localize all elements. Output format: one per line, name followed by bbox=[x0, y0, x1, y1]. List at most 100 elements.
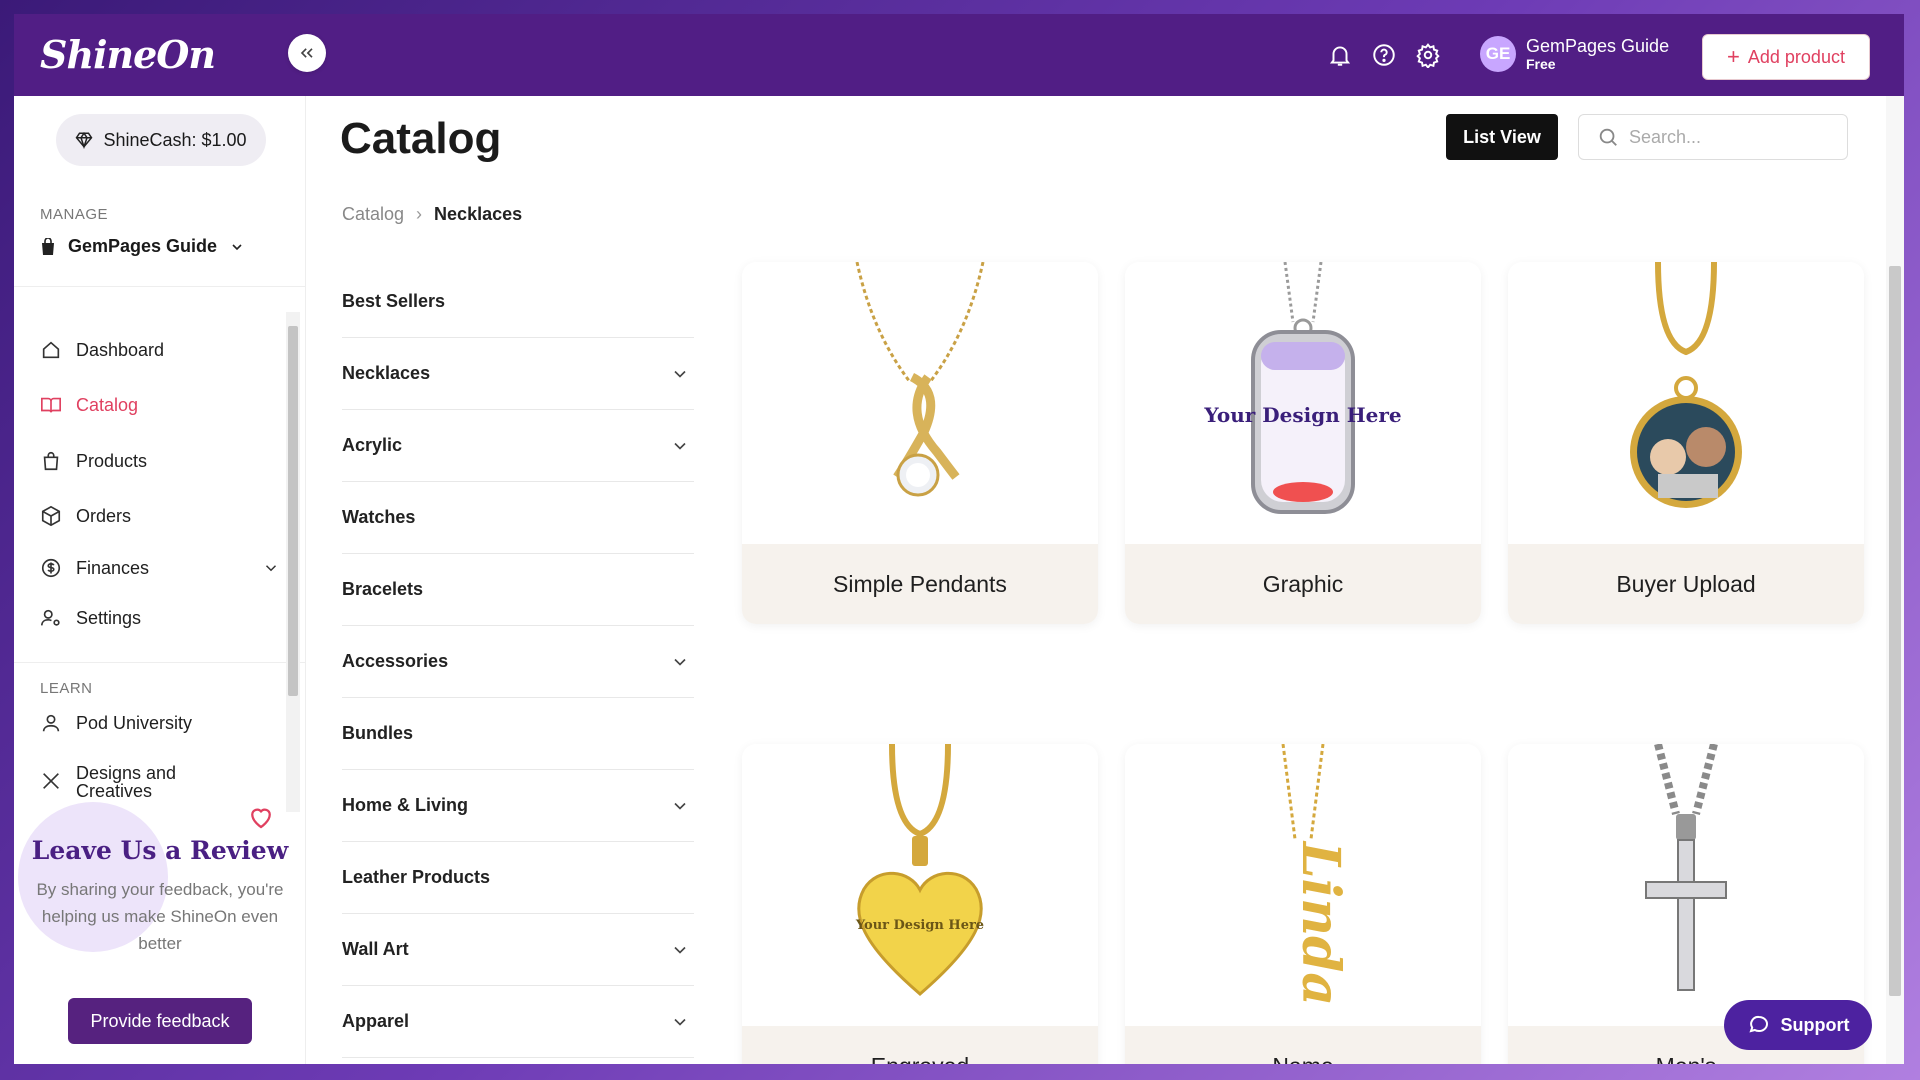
sidebar-item-label: Catalog bbox=[76, 394, 139, 415]
product-card-simple-pendants[interactable]: Simple Pendants bbox=[742, 262, 1098, 624]
main-scroll-thumb[interactable] bbox=[1889, 266, 1901, 996]
product-image: Your Design Here bbox=[1125, 262, 1481, 544]
sidebar-item-settings[interactable]: Settings bbox=[40, 607, 280, 629]
sidebar-item-products[interactable]: Products bbox=[40, 450, 280, 472]
chevron-down-icon bbox=[232, 243, 242, 250]
sidebar: ShineCash: $1.00 MANAGE GemPages Guide D… bbox=[14, 96, 306, 1064]
chevron-down-icon[interactable] bbox=[670, 1012, 690, 1032]
product-card-label: Graphic bbox=[1125, 544, 1481, 624]
chevron-down-icon[interactable] bbox=[670, 436, 690, 456]
product-card-label: Buyer Upload bbox=[1508, 544, 1864, 624]
main-content: Catalog List View Catalog › Necklaces Be… bbox=[306, 96, 1904, 1064]
list-view-button[interactable]: List View bbox=[1446, 114, 1558, 160]
store-bag-icon bbox=[42, 237, 54, 255]
provide-feedback-button[interactable]: Provide feedback bbox=[68, 998, 252, 1044]
sidebar-item-catalog[interactable]: Catalog bbox=[40, 394, 280, 416]
gear-icon[interactable] bbox=[1415, 42, 1441, 68]
breadcrumb: Catalog › Necklaces bbox=[342, 204, 522, 225]
review-title: Leave Us a Review bbox=[31, 836, 289, 865]
category-wall-art[interactable]: Wall Art bbox=[342, 914, 694, 986]
category-bracelets[interactable]: Bracelets bbox=[342, 554, 694, 626]
chevron-right-icon: › bbox=[416, 204, 423, 224]
chevron-down-icon[interactable] bbox=[670, 652, 690, 672]
sidebar-item-label: Settings bbox=[76, 607, 142, 628]
category-acrylic[interactable]: Acrylic bbox=[342, 410, 694, 482]
chevrons-left-icon bbox=[300, 48, 313, 58]
user-name: GemPages Guide bbox=[1526, 35, 1670, 56]
avatar: GE bbox=[1480, 36, 1516, 72]
chat-bubble-icon bbox=[1748, 1015, 1768, 1033]
support-button[interactable]: Support bbox=[1724, 1000, 1872, 1050]
product-card-name[interactable]: Linda Name bbox=[1125, 744, 1481, 1064]
graphic-design-text: Your Design Here bbox=[1203, 403, 1401, 427]
product-card-label: Simple Pendants bbox=[742, 544, 1098, 624]
product-card-label: Engraved bbox=[742, 1026, 1098, 1064]
sidebar-item-dashboard[interactable]: Dashboard bbox=[40, 339, 280, 361]
sidebar-item-label: Dashboard bbox=[76, 339, 165, 360]
product-image bbox=[1508, 262, 1864, 544]
shinecash-label: ShineCash: $1.00 bbox=[103, 129, 247, 150]
sidebar-item-label: Pod University bbox=[76, 712, 193, 733]
search-box[interactable] bbox=[1578, 114, 1848, 160]
user-menu[interactable]: GE GemPages Guide Free bbox=[1480, 36, 1669, 72]
support-label: Support bbox=[1780, 1014, 1850, 1035]
help-icon[interactable] bbox=[1371, 42, 1397, 68]
add-product-button[interactable]: + Add product bbox=[1702, 34, 1870, 80]
search-icon bbox=[1599, 128, 1617, 146]
product-card-engraved[interactable]: Your Design Here Engraved bbox=[742, 744, 1098, 1064]
sidebar-item-label: Orders bbox=[76, 505, 132, 526]
plus-icon: + bbox=[1727, 44, 1740, 69]
page-title: Catalog bbox=[340, 114, 502, 163]
category-list: Best Sellers Necklaces Acrylic Watches B… bbox=[342, 266, 694, 1058]
chevron-down-icon[interactable] bbox=[670, 940, 690, 960]
divider bbox=[14, 286, 306, 287]
product-image: Your Design Here bbox=[742, 744, 1098, 1026]
sidebar-item-label: Finances bbox=[76, 557, 150, 578]
product-card-label: Name bbox=[1125, 1026, 1481, 1064]
sidebar-item-designs[interactable]: Designs and Creatives bbox=[40, 764, 280, 800]
chevron-down-icon[interactable] bbox=[670, 364, 690, 384]
product-card-graphic[interactable]: Your Design Here Graphic bbox=[1125, 262, 1481, 624]
store-selector[interactable]: GemPages Guide bbox=[40, 236, 245, 257]
bell-icon[interactable] bbox=[1327, 42, 1353, 68]
engraved-design-text: Your Design Here bbox=[855, 918, 984, 933]
shineon-logo[interactable]: ShineOn bbox=[40, 32, 216, 77]
sidebar-item-orders[interactable]: Orders bbox=[40, 505, 280, 527]
shopping-bag-icon bbox=[43, 451, 59, 471]
graduate-icon bbox=[42, 714, 60, 732]
app-frame: ShineOn GE GemPages Guide Free + Add pro… bbox=[14, 14, 1904, 1064]
sidebar-scroll-thumb[interactable] bbox=[288, 326, 298, 696]
collapse-sidebar-button[interactable] bbox=[288, 34, 326, 72]
box-icon bbox=[41, 505, 61, 527]
chevron-down-icon[interactable] bbox=[670, 796, 690, 816]
category-leather-products[interactable]: Leather Products bbox=[342, 842, 694, 914]
category-watches[interactable]: Watches bbox=[342, 482, 694, 554]
manage-label: MANAGE bbox=[40, 206, 109, 223]
dollar-icon bbox=[41, 558, 61, 578]
product-card-buyer-upload[interactable]: Buyer Upload bbox=[1508, 262, 1864, 624]
add-product-label: Add product bbox=[1747, 46, 1845, 67]
category-accessories[interactable]: Accessories bbox=[342, 626, 694, 698]
chevron-down-icon bbox=[265, 565, 277, 572]
breadcrumb-current: Necklaces bbox=[434, 204, 523, 224]
store-name: GemPages Guide bbox=[68, 236, 218, 256]
diamond-icon bbox=[76, 131, 93, 149]
sidebar-item-finances[interactable]: Finances bbox=[40, 557, 280, 579]
name-pendant-text: Linda bbox=[1290, 840, 1351, 1006]
tools-icon bbox=[43, 773, 59, 789]
product-image bbox=[742, 262, 1098, 544]
home-icon bbox=[42, 341, 60, 359]
review-text: By sharing your feedback, you're helping… bbox=[36, 880, 284, 953]
learn-label: LEARN bbox=[40, 680, 93, 697]
heart-icon bbox=[251, 808, 271, 829]
breadcrumb-catalog[interactable]: Catalog bbox=[342, 204, 404, 225]
sidebar-item-label: Products bbox=[76, 450, 148, 471]
category-home-living[interactable]: Home & Living bbox=[342, 770, 694, 842]
sidebar-item-pod-university[interactable]: Pod University bbox=[40, 712, 280, 734]
category-best-sellers[interactable]: Best Sellers bbox=[342, 266, 694, 338]
shinecash-badge[interactable]: ShineCash: $1.00 bbox=[56, 114, 266, 166]
search-input[interactable] bbox=[1629, 126, 1829, 148]
category-necklaces[interactable]: Necklaces bbox=[342, 338, 694, 410]
category-apparel[interactable]: Apparel bbox=[342, 986, 694, 1058]
category-bundles[interactable]: Bundles bbox=[342, 698, 694, 770]
